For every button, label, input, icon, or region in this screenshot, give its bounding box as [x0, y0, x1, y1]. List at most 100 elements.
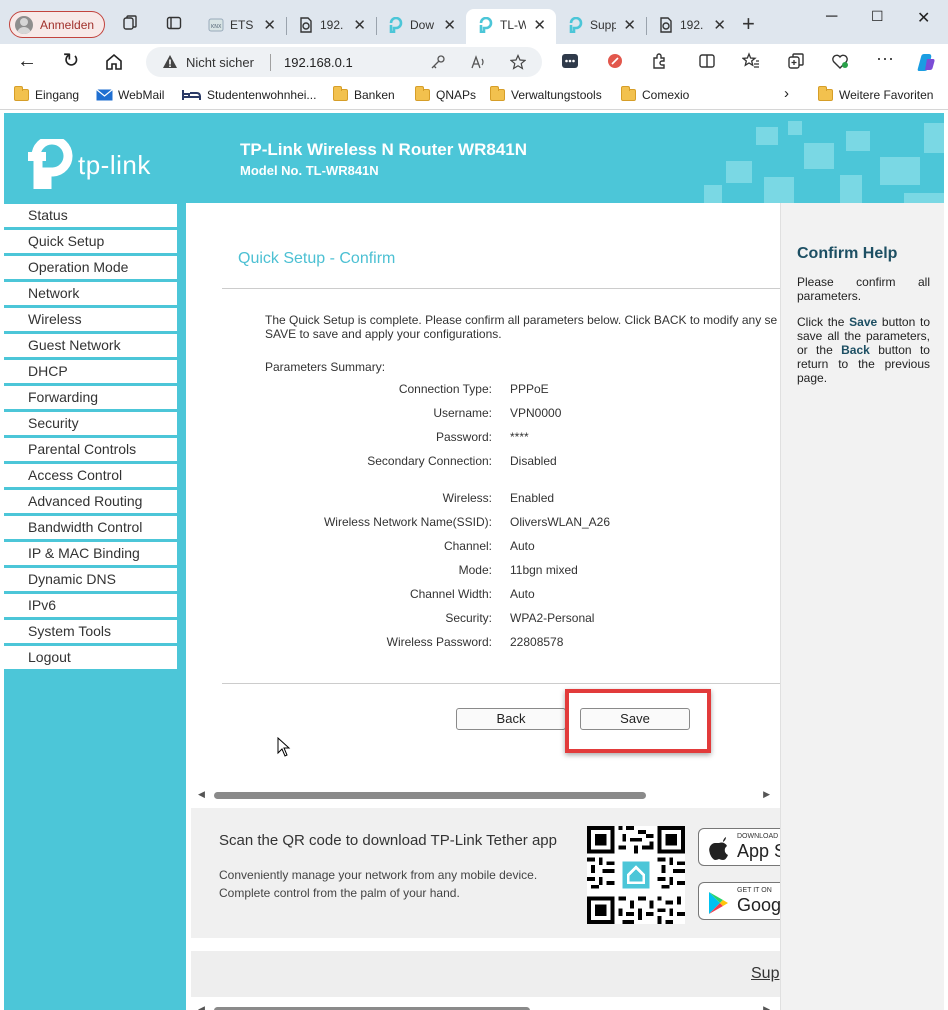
address-bar-row: ← ↻ Nicht sicher 192.168.0.1 ··· [0, 44, 948, 80]
maximize-icon[interactable]: ☐ [871, 8, 884, 25]
key-icon[interactable] [430, 54, 446, 70]
close-icon[interactable]: ✕ [263, 16, 276, 34]
folder-icon [818, 86, 833, 101]
bookmark-qnaps[interactable]: QNAPs [415, 86, 476, 102]
tab-192-b[interactable]: 192. ✕ [646, 9, 736, 44]
menu-item-parental-controls[interactable]: Parental Controls [4, 438, 177, 461]
scroll-right-icon[interactable]: ▶ [763, 1004, 770, 1010]
tab-support[interactable]: Supp ✕ [556, 9, 647, 44]
menu-item-operation-mode[interactable]: Operation Mode [4, 256, 177, 279]
close-icon[interactable]: ✕ [533, 16, 546, 34]
menu-item-dhcp[interactable]: DHCP [4, 360, 177, 383]
menu-item-network[interactable]: Network [4, 282, 177, 305]
param-value: WPA2-Personal [510, 611, 595, 625]
param-label: Wireless Network Name(SSID): [323, 515, 492, 529]
scrollbar-thumb[interactable] [214, 792, 646, 799]
copilot-icon[interactable] [915, 51, 937, 73]
window-close-icon[interactable]: ✕ [917, 8, 930, 28]
favorites-icon[interactable] [742, 52, 760, 70]
browser-essentials-icon[interactable] [831, 52, 849, 70]
tab-title: Supp [590, 18, 616, 32]
url-text[interactable]: 192.168.0.1 [284, 55, 353, 70]
google-play-badge[interactable]: GET IT ON Googl [698, 882, 780, 920]
scroll-right-icon[interactable]: ▶ [763, 789, 770, 800]
menu-item-access-control[interactable]: Access Control [4, 464, 177, 487]
bookmark-banken[interactable]: Banken [333, 86, 395, 102]
tab-title: ETS [230, 18, 254, 32]
profile-button[interactable]: Anmelden [9, 11, 105, 38]
scroll-left-icon[interactable]: ◀ [198, 789, 205, 800]
scroll-left-icon[interactable]: ◀ [198, 1004, 205, 1010]
extension-dots-icon[interactable] [561, 52, 579, 70]
refresh-icon[interactable]: ↻ [58, 49, 84, 75]
menu-item-wireless[interactable]: Wireless [4, 308, 177, 331]
menu-item-quick-setup[interactable]: Quick Setup [4, 230, 177, 253]
bookmark-comexio[interactable]: Comexio [621, 86, 689, 102]
tab-192-a[interactable]: 192. ✕ [286, 9, 377, 44]
menu-item-ip-mac-binding[interactable]: IP & MAC Binding [4, 542, 177, 565]
menu-item-status[interactable]: Status [4, 204, 177, 227]
new-tab-icon[interactable]: + [742, 11, 755, 37]
bookmark-more-favorites[interactable]: Weitere Favoriten [818, 86, 933, 102]
store-big-text: Googl [737, 895, 780, 915]
menu-item-guest-network[interactable]: Guest Network [4, 334, 177, 357]
folder-icon [333, 86, 348, 101]
close-icon[interactable]: ✕ [713, 16, 726, 34]
tab-title: 192. [680, 18, 704, 32]
tab-tl-wr841n[interactable]: TL-W ✕ [466, 9, 556, 44]
workspaces-icon[interactable] [122, 15, 138, 31]
back-arrow-icon[interactable]: ← [14, 49, 40, 75]
bookmark-eingang[interactable]: Eingang [14, 86, 79, 102]
favorite-star-icon[interactable] [510, 54, 526, 70]
app-description: Conveniently manage your network from an… [219, 868, 538, 900]
param-label: Wireless Password: [386, 635, 492, 649]
support-link[interactable]: Sup [751, 965, 779, 983]
close-icon[interactable]: ✕ [443, 16, 456, 34]
store-small-text: GET IT ON [737, 887, 772, 894]
close-icon[interactable]: ✕ [623, 16, 636, 34]
address-bar[interactable]: Nicht sicher 192.168.0.1 [146, 47, 542, 77]
minimize-icon[interactable]: ─ [826, 8, 837, 26]
more-menu-icon[interactable]: ··· [876, 48, 894, 68]
param-value: 11bgn mixed [510, 563, 578, 577]
close-icon[interactable]: ✕ [353, 16, 366, 34]
menu-item-ipv6[interactable]: IPv6 [4, 594, 177, 617]
back-button[interactable]: Back [456, 708, 566, 730]
app-store-badge[interactable]: DOWNLOAD App S [698, 828, 780, 866]
folder-icon [621, 86, 636, 101]
menu-item-forwarding[interactable]: Forwarding [4, 386, 177, 409]
extensions-puzzle-icon[interactable] [650, 52, 668, 70]
security-label[interactable]: Nicht sicher [186, 55, 254, 70]
favorites-bar: Eingang WebMail Studentenwohnhei... Bank… [0, 80, 948, 110]
tab-actions-icon[interactable] [166, 15, 182, 31]
horizontal-scrollbar[interactable]: ◀ ▶ [198, 788, 772, 802]
split-screen-icon[interactable] [698, 52, 716, 70]
bookmark-studentenwohnheim[interactable]: Studentenwohnhei... [182, 88, 316, 102]
read-aloud-icon[interactable] [470, 54, 486, 70]
tab-ets[interactable]: KNX ETS ✕ [196, 9, 287, 44]
help-panel: Confirm Help Please confirm all paramete… [780, 203, 944, 1010]
param-value: PPPoE [510, 382, 549, 396]
bookmark-webmail[interactable]: WebMail [96, 88, 164, 102]
menu-item-bandwidth-control[interactable]: Bandwidth Control [4, 516, 177, 539]
extension-red-icon[interactable] [606, 52, 624, 70]
menu-item-advanced-routing[interactable]: Advanced Routing [4, 490, 177, 513]
home-icon[interactable] [104, 52, 124, 72]
menu-item-dynamic-dns[interactable]: Dynamic DNS [4, 568, 177, 591]
tab-download[interactable]: Dow ✕ [376, 9, 466, 44]
menu-item-logout[interactable]: Logout [4, 646, 177, 669]
store-small-text: DOWNLOAD [737, 833, 779, 840]
chevron-right-icon[interactable]: › [784, 85, 789, 102]
bookmark-verwaltungstools[interactable]: Verwaltungstools [490, 86, 602, 102]
warning-icon[interactable] [162, 54, 178, 70]
page-icon [300, 17, 312, 33]
collections-icon[interactable] [787, 52, 805, 70]
menu-item-system-tools[interactable]: System Tools [4, 620, 177, 643]
page-icon [660, 17, 672, 33]
help-title: Confirm Help [797, 245, 898, 262]
router-header: tp-link TP-Link Wireless N Router WR841N… [4, 113, 944, 203]
horizontal-scrollbar-bottom[interactable]: ◀ ▶ [198, 1003, 772, 1010]
param-label: Secondary Connection: [367, 454, 492, 468]
menu-item-security[interactable]: Security [4, 412, 177, 435]
avatar [15, 16, 33, 34]
